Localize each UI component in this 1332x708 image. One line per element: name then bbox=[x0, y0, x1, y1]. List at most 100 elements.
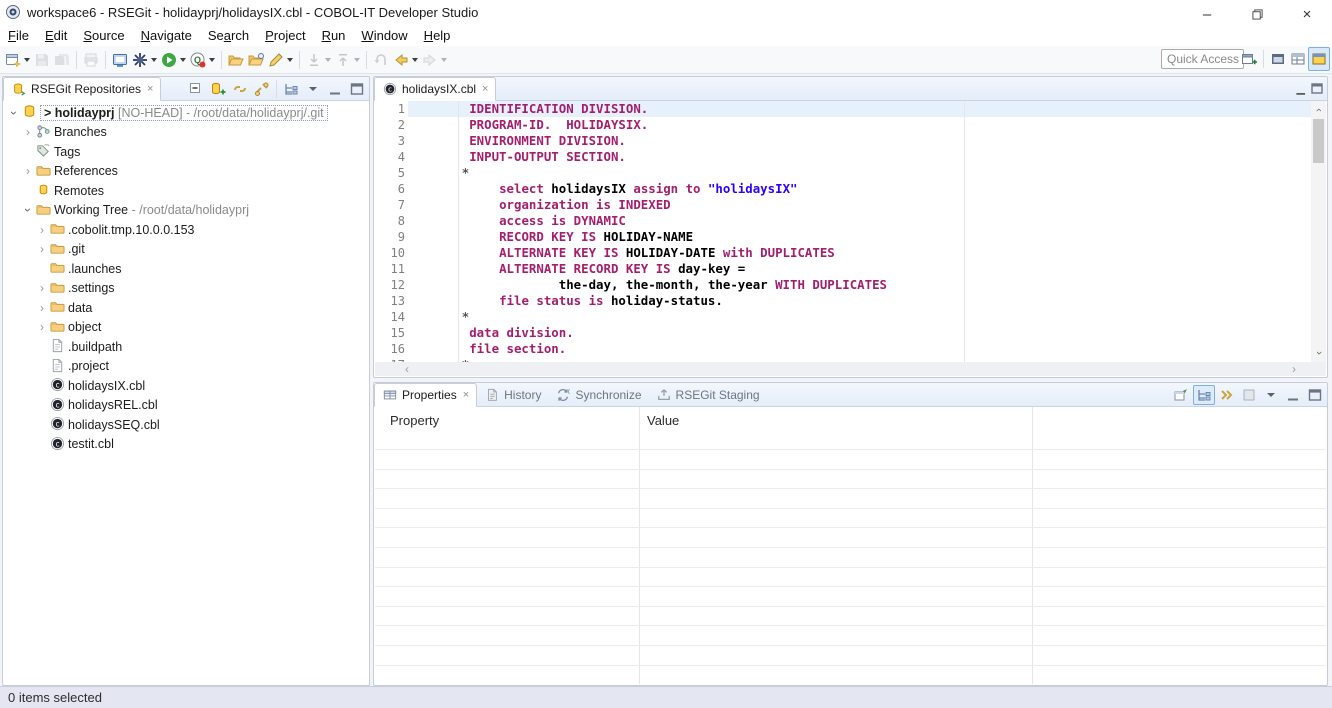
code-line-6[interactable]: 6 select holidaysIX assign to "holidaysI… bbox=[375, 181, 1326, 197]
restore-default-button[interactable] bbox=[1239, 386, 1259, 404]
tree-item-.launches[interactable]: ›.launches bbox=[4, 259, 368, 279]
minimize-button[interactable] bbox=[325, 80, 345, 98]
close-icon[interactable]: × bbox=[482, 84, 488, 95]
table-row[interactable] bbox=[375, 567, 1326, 587]
next-annotation-button[interactable] bbox=[304, 49, 333, 71]
clone-repository-button[interactable] bbox=[230, 80, 250, 98]
tree-item-object[interactable]: ›object bbox=[4, 318, 368, 338]
table-row[interactable] bbox=[375, 625, 1326, 645]
code-line-12[interactable]: 12 the-day, the-month, the-year WITH DUP… bbox=[375, 277, 1326, 293]
debug-button[interactable] bbox=[130, 49, 159, 71]
table-row[interactable] bbox=[375, 645, 1326, 665]
hierarchy-button[interactable] bbox=[281, 80, 301, 98]
menu-search[interactable]: Search bbox=[200, 26, 257, 45]
run-button[interactable] bbox=[159, 49, 188, 71]
categories-button[interactable] bbox=[1193, 385, 1215, 405]
code-line-14[interactable]: 14 * bbox=[375, 309, 1326, 325]
table-row[interactable] bbox=[375, 488, 1326, 508]
forward-button[interactable] bbox=[420, 49, 449, 71]
table-row[interactable] bbox=[375, 469, 1326, 489]
add-repository-button[interactable] bbox=[208, 80, 228, 98]
table-row[interactable] bbox=[375, 606, 1326, 626]
tab-rsegit-staging[interactable]: RSEGit Staging bbox=[649, 384, 767, 406]
menu-edit[interactable]: Edit bbox=[37, 26, 75, 45]
coverage-button[interactable]: Q bbox=[188, 49, 217, 71]
tab-history[interactable]: History bbox=[477, 384, 548, 406]
code-line-5[interactable]: 5 * bbox=[375, 165, 1326, 181]
code-line-8[interactable]: 8 access is DYNAMIC bbox=[375, 213, 1326, 229]
table-row[interactable] bbox=[375, 665, 1326, 684]
close-icon[interactable]: × bbox=[147, 84, 153, 95]
tree-item-.buildpath[interactable]: ›.buildpath bbox=[4, 337, 368, 357]
tree-item-working-tree[interactable]: ›Working Tree - /root/data/holidayprj bbox=[4, 201, 368, 221]
table-row[interactable] bbox=[375, 586, 1326, 606]
code-line-2[interactable]: 2 PROGRAM-ID. HOLIDAYSIX. bbox=[375, 117, 1326, 133]
menu-window[interactable]: Window bbox=[353, 26, 415, 45]
scrollbar-thumb[interactable] bbox=[1313, 119, 1324, 163]
link-repository-button[interactable] bbox=[252, 80, 272, 98]
tree-item-.cobolit.tmp.10.0.0.153[interactable]: ›.cobolit.tmp.10.0.0.153 bbox=[4, 220, 368, 240]
code-line-9[interactable]: 9 RECORD KEY IS HOLIDAY-NAME bbox=[375, 229, 1326, 245]
tree-item-holidaysseq.cbl[interactable]: ›cholidaysSEQ.cbl bbox=[4, 415, 368, 435]
tree-item-holidaysix.cbl[interactable]: ›cholidaysIX.cbl bbox=[4, 376, 368, 396]
tree-item-references[interactable]: ›References bbox=[4, 162, 368, 182]
last-edit-button[interactable] bbox=[371, 49, 391, 71]
chevron-right-icon[interactable]: › bbox=[35, 282, 49, 294]
table-row[interactable] bbox=[375, 449, 1326, 469]
persp-resource-button[interactable] bbox=[1268, 48, 1288, 70]
scroll-up-icon[interactable]: › bbox=[1311, 103, 1326, 117]
code-editor[interactable]: 1 IDENTIFICATION DIVISION.2 PROGRAM-ID. … bbox=[375, 101, 1326, 362]
persp-current-button[interactable] bbox=[1308, 47, 1330, 71]
chevron-right-icon[interactable]: › bbox=[35, 321, 49, 333]
dropdown-arrow-icon[interactable] bbox=[412, 58, 418, 62]
scroll-right-icon[interactable]: › bbox=[1292, 362, 1296, 376]
dropdown-arrow-icon[interactable] bbox=[24, 58, 30, 62]
code-line-3[interactable]: 3 ENVIRONMENT DIVISION. bbox=[375, 133, 1326, 149]
advanced-button[interactable] bbox=[1217, 386, 1237, 404]
prev-annotation-button[interactable] bbox=[333, 49, 362, 71]
pin-view-button[interactable] bbox=[1171, 386, 1191, 404]
chevron-right-icon[interactable]: › bbox=[35, 224, 49, 236]
open-perspective-button[interactable] bbox=[1239, 48, 1259, 70]
tree-item-holidaysrel.cbl[interactable]: ›cholidaysREL.cbl bbox=[4, 396, 368, 416]
chevron-down-icon[interactable]: › bbox=[22, 203, 34, 217]
menu-help[interactable]: Help bbox=[416, 26, 459, 45]
chevron-down-icon[interactable]: › bbox=[8, 106, 20, 120]
chevron-right-icon[interactable]: › bbox=[35, 243, 49, 255]
minimize-view-icon[interactable]: ▁ bbox=[1295, 80, 1307, 98]
open-folder2-button[interactable] bbox=[246, 49, 266, 71]
table-row[interactable] bbox=[375, 547, 1326, 567]
dropdown-arrow-icon[interactable] bbox=[441, 58, 447, 62]
dropdown-arrow-icon[interactable] bbox=[180, 58, 186, 62]
code-line-1[interactable]: 1 IDENTIFICATION DIVISION. bbox=[375, 101, 1326, 117]
code-line-7[interactable]: 7 organization is INDEXED bbox=[375, 197, 1326, 213]
column-header-property[interactable]: Property bbox=[390, 413, 439, 428]
back-button[interactable] bbox=[391, 49, 420, 71]
menu-project[interactable]: Project bbox=[257, 26, 313, 45]
persp-table-button[interactable] bbox=[1288, 48, 1308, 70]
tree-item-testit.cbl[interactable]: ›ctestit.cbl bbox=[4, 435, 368, 455]
table-row[interactable] bbox=[375, 508, 1326, 528]
tree-item-.project[interactable]: ›.project bbox=[4, 357, 368, 377]
tab-holidaysix-editor[interactable]: c holidaysIX.cbl × bbox=[374, 77, 496, 101]
tab-properties[interactable]: Properties× bbox=[374, 383, 477, 407]
menu-source[interactable]: Source bbox=[75, 26, 132, 45]
viewmenu-button[interactable] bbox=[1261, 386, 1281, 404]
scroll-down-icon[interactable]: › bbox=[1311, 346, 1326, 360]
tree-item-tags[interactable]: ›Tags bbox=[4, 142, 368, 162]
menu-file[interactable]: File bbox=[0, 26, 37, 45]
dropdown-arrow-icon[interactable] bbox=[151, 58, 157, 62]
maximize-view-icon[interactable] bbox=[1309, 80, 1325, 98]
open-folder-button[interactable] bbox=[226, 49, 246, 71]
tree-item-.git[interactable]: ›.git bbox=[4, 240, 368, 260]
close-icon[interactable]: × bbox=[463, 390, 469, 401]
code-line-16[interactable]: 16 file section. bbox=[375, 341, 1326, 357]
pen-button[interactable] bbox=[266, 49, 295, 71]
code-line-10[interactable]: 10 ALTERNATE KEY IS HOLIDAY-DATE with DU… bbox=[375, 245, 1326, 261]
chevron-right-icon[interactable]: › bbox=[35, 302, 49, 314]
tab-rsegit-repositories[interactable]: RSEGit Repositories × bbox=[3, 77, 161, 101]
dropdown-arrow-icon[interactable] bbox=[287, 58, 293, 62]
code-line-13[interactable]: 13 file status is holiday-status. bbox=[375, 293, 1326, 309]
tree-item-branches[interactable]: ›Branches bbox=[4, 123, 368, 143]
save-button[interactable] bbox=[32, 49, 52, 71]
